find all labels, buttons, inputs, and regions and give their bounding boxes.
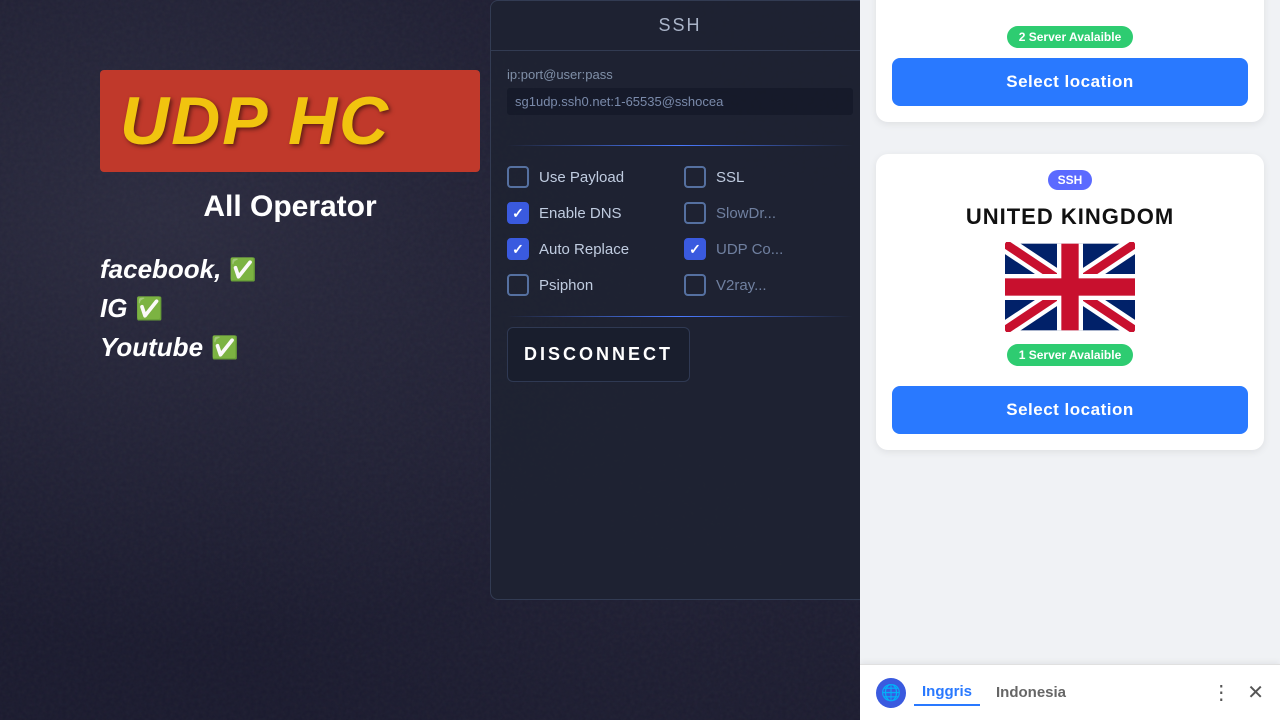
app-logo: UDP HC — [120, 82, 460, 160]
right-content: 2 Server Avalaible Select location SSH U… — [860, 0, 1280, 660]
ssh-input-label: ip:port@user:pass — [507, 67, 853, 82]
ssh-input-area: ip:port@user:pass sg1udp.ssh0.net:1-6553… — [491, 51, 869, 141]
checkbox-ssl[interactable] — [684, 166, 706, 188]
logo-area: UDP HC All Operator facebook, ✅ IG ✅ You… — [100, 70, 480, 371]
spacer — [860, 134, 1280, 154]
operator-label: All Operator — [100, 190, 480, 224]
option-udp-co[interactable]: UDP Co... — [684, 238, 853, 260]
option-enable-dns[interactable]: Enable DNS — [507, 202, 676, 224]
translation-bar: 🌐 Inggris Indonesia ⋮ ✕ — [860, 664, 1280, 720]
divider-2 — [507, 316, 853, 317]
checkbox-use-payload[interactable] — [507, 166, 529, 188]
checkbox-v2ray[interactable] — [684, 274, 706, 296]
facebook-label: facebook, — [100, 254, 221, 285]
option-label-use-payload: Use Payload — [539, 169, 624, 186]
more-options-icon[interactable]: ⋮ — [1211, 680, 1231, 705]
ssh-header: SSH — [491, 1, 869, 51]
close-icon[interactable]: ✕ — [1247, 680, 1264, 705]
uk-flag-icon — [1005, 242, 1135, 332]
option-label-psiphon: Psiphon — [539, 277, 593, 294]
option-label-slowdr: SlowDr... — [716, 205, 776, 222]
server-card-1: 2 Server Avalaible Select location — [876, 0, 1264, 122]
ssh-badge-2: SSH — [1048, 170, 1093, 190]
select-location-button-1[interactable]: Select location — [892, 58, 1248, 106]
checkbox-slowdr[interactable] — [684, 202, 706, 224]
option-label-auto-replace: Auto Replace — [539, 241, 629, 258]
checkbox-psiphon[interactable] — [507, 274, 529, 296]
ig-check-icon: ✅ — [135, 296, 162, 322]
server-badge-1: 2 Server Avalaible — [1007, 26, 1134, 48]
country-name-2: UNITED KINGDOM — [892, 204, 1248, 230]
server-badge-2: 1 Server Avalaible — [1007, 344, 1134, 366]
list-item: IG ✅ — [100, 293, 480, 324]
lang-tab-english[interactable]: Inggris — [914, 679, 980, 706]
youtube-check-icon: ✅ — [211, 335, 238, 361]
select-location-button-2[interactable]: Select location — [892, 386, 1248, 434]
option-label-v2ray: V2ray... — [716, 277, 767, 294]
right-panel: 2 Server Avalaible Select location SSH U… — [860, 0, 1280, 720]
option-label-ssl: SSL — [716, 169, 744, 186]
options-grid: Use Payload SSL Enable DNS SlowDr... Aut… — [491, 150, 869, 312]
option-label-udp-co: UDP Co... — [716, 241, 783, 258]
checkbox-enable-dns[interactable] — [507, 202, 529, 224]
list-item: facebook, ✅ — [100, 254, 480, 285]
option-auto-replace[interactable]: Auto Replace — [507, 238, 676, 260]
checkbox-auto-replace[interactable] — [507, 238, 529, 260]
social-list: facebook, ✅ IG ✅ Youtube ✅ — [100, 254, 480, 363]
checkbox-udp-co[interactable] — [684, 238, 706, 260]
list-item: Youtube ✅ — [100, 332, 480, 363]
option-ssl[interactable]: SSL — [684, 166, 853, 188]
option-v2ray[interactable]: V2ray... — [684, 274, 853, 296]
disconnect-button[interactable]: DISCONNECT — [507, 327, 690, 382]
ig-label: IG — [100, 293, 127, 324]
server-card-2: SSH UNITED KINGDOM 1 Server Aval — [876, 154, 1264, 450]
ssh-panel: SSH ip:port@user:pass sg1udp.ssh0.net:1-… — [490, 0, 870, 600]
facebook-check-icon: ✅ — [229, 257, 256, 283]
option-psiphon[interactable]: Psiphon — [507, 274, 676, 296]
option-label-enable-dns: Enable DNS — [539, 205, 622, 222]
youtube-label: Youtube — [100, 332, 203, 363]
ssh-input-value[interactable]: sg1udp.ssh0.net:1-65535@sshocea — [507, 88, 853, 115]
lang-tab-indonesia[interactable]: Indonesia — [988, 680, 1074, 705]
language-icon: 🌐 — [876, 678, 906, 708]
logo-box: UDP HC — [100, 70, 480, 172]
option-slowdr[interactable]: SlowDr... — [684, 202, 853, 224]
option-use-payload[interactable]: Use Payload — [507, 166, 676, 188]
divider — [507, 145, 853, 146]
